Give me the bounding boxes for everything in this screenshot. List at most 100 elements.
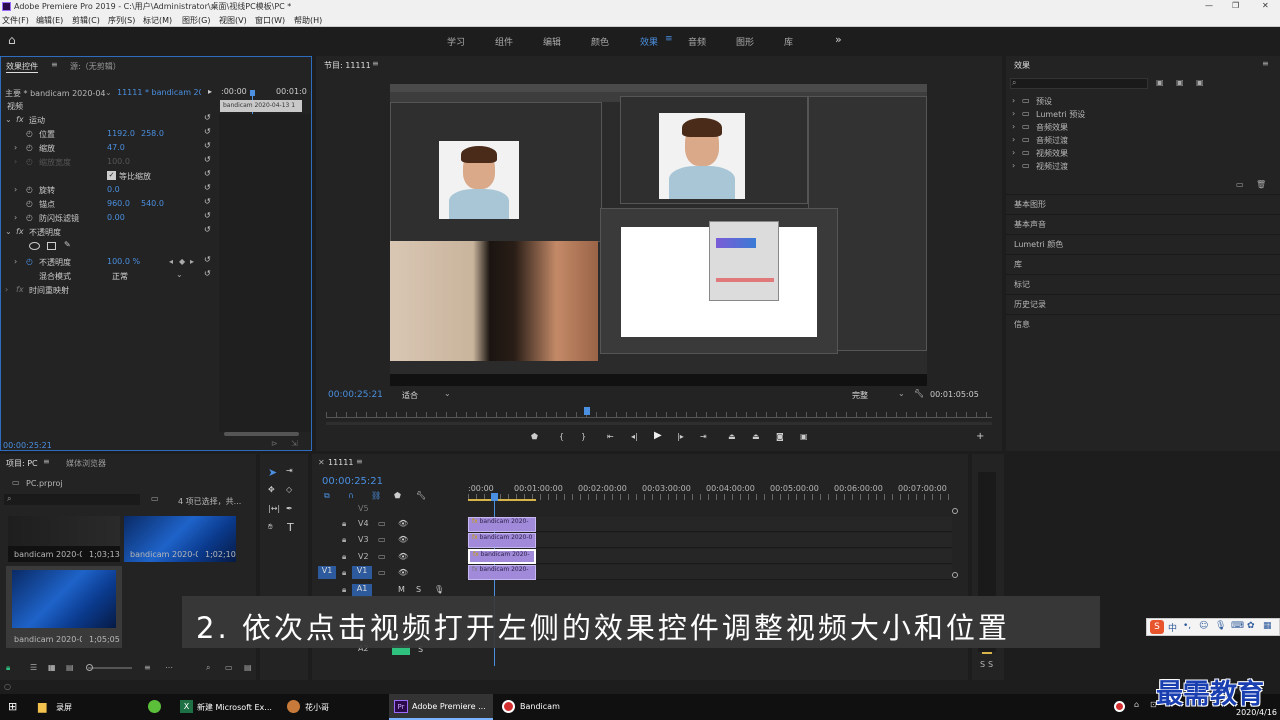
keyframe-prev-icon[interactable]: ◂ bbox=[169, 257, 173, 266]
section-basic-sound[interactable] bbox=[1006, 214, 1280, 234]
step-back-icon[interactable]: ◂| bbox=[631, 432, 638, 441]
expand-arrow-icon[interactable]: ⌄ bbox=[5, 115, 12, 124]
section-basic-graphics[interactable] bbox=[1006, 194, 1280, 214]
lock-icon[interactable]: 🔒︎ bbox=[342, 585, 346, 595]
workspace-tab-audio[interactable]: 音频 bbox=[688, 35, 706, 48]
chevron-down-icon[interactable]: ⌄ bbox=[444, 389, 451, 398]
lock-icon[interactable]: 🔒︎ bbox=[6, 663, 10, 673]
timeline-clip[interactable]: fx bandicam 2020-0 bbox=[468, 533, 536, 548]
mark-in-icon[interactable]: { bbox=[559, 432, 564, 441]
track-lane[interactable] bbox=[466, 549, 952, 564]
panel-menu-icon[interactable]: ≡ bbox=[372, 59, 379, 68]
time-remap-label[interactable]: 时间重映射 bbox=[29, 285, 69, 296]
menu-window[interactable]: 窗口(W) bbox=[255, 15, 285, 26]
opacity-section-label[interactable]: 不透明度 bbox=[29, 227, 61, 238]
effects-panel-title[interactable]: 效果 bbox=[1014, 60, 1030, 71]
track-select-tool-icon[interactable]: ⇥ bbox=[286, 466, 293, 475]
chevron-down-icon[interactable]: ⌄ bbox=[176, 270, 183, 279]
add-marker-icon[interactable]: ⬟ bbox=[531, 432, 538, 441]
menu-clip[interactable]: 剪辑(C) bbox=[72, 15, 100, 26]
effects-tree-item[interactable]: 音频过渡 bbox=[1036, 135, 1068, 146]
stopwatch-icon[interactable]: ◴ bbox=[26, 257, 33, 266]
workspace-tab-effects[interactable]: 效果 bbox=[640, 35, 658, 48]
meter-solo-label[interactable]: S bbox=[980, 660, 985, 669]
workspace-tab-assembly[interactable]: 组件 bbox=[495, 35, 513, 48]
dropdown-icon[interactable]: ⌄ bbox=[105, 88, 112, 97]
play-icon[interactable]: ▸ bbox=[208, 87, 212, 96]
expand-arrow-icon[interactable]: › bbox=[14, 213, 17, 222]
razor-tool-icon[interactable]: ◇ bbox=[286, 485, 292, 494]
taskbar-item-bandicam[interactable]: Bandicam bbox=[520, 702, 560, 711]
sync-lock-icon[interactable]: ▭ bbox=[378, 552, 386, 561]
menu-file[interactable]: 文件(F) bbox=[2, 15, 29, 26]
hand-tool-icon[interactable]: ✋︎ bbox=[268, 522, 273, 532]
position-y-value[interactable]: 258.0 bbox=[141, 129, 164, 138]
anchor-x-value[interactable]: 960.0 bbox=[107, 199, 130, 208]
monitor-time-ruler[interactable] bbox=[326, 412, 992, 418]
section-libraries[interactable] bbox=[1006, 254, 1280, 274]
monitor-playhead[interactable] bbox=[584, 407, 590, 415]
panel-menu-icon[interactable]: ≡ bbox=[43, 457, 50, 466]
export-frame-icon[interactable]: ◙ bbox=[776, 432, 784, 441]
keyframe-next-icon[interactable]: ▸ bbox=[190, 257, 194, 266]
tab-media-browser[interactable]: 媒体浏览器 bbox=[66, 458, 106, 469]
vertical-scrollbar-handle[interactable] bbox=[952, 508, 958, 514]
selection-tool-icon[interactable]: ➤ bbox=[268, 466, 277, 479]
go-to-out-icon[interactable]: ⇥ bbox=[700, 432, 707, 441]
lift-icon[interactable]: ⏏ bbox=[728, 432, 736, 441]
mic-icon[interactable]: 🎙︎ bbox=[434, 585, 444, 594]
menu-edit[interactable]: 编辑(E) bbox=[36, 15, 63, 26]
filter-icon[interactable]: ⊳ bbox=[271, 439, 278, 448]
eye-icon[interactable]: 👁︎ bbox=[398, 568, 408, 577]
master-clip-label[interactable]: 主要 * bandicam 2020-04... bbox=[5, 88, 105, 99]
monitor-scrollbar[interactable] bbox=[326, 422, 992, 425]
mark-out-icon[interactable]: } bbox=[581, 432, 586, 441]
reset-icon[interactable]: ↺ bbox=[204, 183, 211, 192]
pen-mask-icon[interactable]: ✎ bbox=[64, 240, 71, 249]
add-marker-icon[interactable]: ⬟ bbox=[394, 491, 401, 500]
program-timecode[interactable]: 00:00:25:21 bbox=[328, 390, 383, 400]
reset-icon[interactable]: ↺ bbox=[204, 197, 211, 206]
ripple-edit-tool-icon[interactable]: ✥ bbox=[268, 485, 275, 494]
expand-arrow-icon[interactable]: ⌄ bbox=[5, 227, 12, 236]
nest-icon[interactable]: ⧉ bbox=[324, 491, 330, 501]
stopwatch-icon[interactable]: ◴ bbox=[26, 199, 33, 208]
new-item-icon[interactable]: ▤ bbox=[244, 663, 252, 672]
position-x-value[interactable]: 1192.0 bbox=[107, 129, 135, 138]
zoom-slider-handle[interactable] bbox=[86, 664, 93, 671]
track-lane[interactable] bbox=[466, 517, 952, 532]
lock-icon[interactable]: 🔒︎ bbox=[342, 552, 346, 562]
panel-menu-icon[interactable]: ≡ bbox=[51, 60, 58, 69]
anchor-y-value[interactable]: 540.0 bbox=[141, 199, 164, 208]
emoji-icon[interactable]: ☺ bbox=[1199, 621, 1208, 631]
tab-effect-controls[interactable]: 效果控件 bbox=[6, 61, 38, 73]
delete-icon[interactable]: 🗑︎ bbox=[1256, 180, 1266, 189]
vertical-scrollbar-handle[interactable] bbox=[952, 572, 958, 578]
track-label-v4[interactable]: V4 bbox=[358, 519, 369, 528]
reset-icon[interactable]: ↺ bbox=[204, 225, 211, 234]
quality-select[interactable]: 完整 bbox=[852, 390, 868, 401]
maximize-button[interactable]: ❐ bbox=[1232, 1, 1239, 10]
track-lane[interactable] bbox=[466, 533, 952, 548]
menu-marker[interactable]: 标记(M) bbox=[143, 15, 172, 26]
source-patch-v1[interactable]: V1 bbox=[318, 566, 336, 579]
reset-icon[interactable]: ↺ bbox=[204, 113, 211, 122]
32bit-effects-icon[interactable]: ▣ bbox=[1176, 78, 1184, 87]
tab-source[interactable]: 源:（无剪辑） bbox=[70, 61, 121, 72]
lock-icon[interactable]: 🔒︎ bbox=[342, 535, 346, 545]
workspace-tab-learn[interactable]: 学习 bbox=[447, 35, 465, 48]
motion-label[interactable]: 运动 bbox=[29, 115, 45, 126]
rotation-value[interactable]: 0.0 bbox=[107, 185, 120, 194]
type-tool-icon[interactable]: T bbox=[287, 521, 294, 534]
extract-icon[interactable]: ⏏ bbox=[752, 432, 760, 441]
panel-menu-icon[interactable]: ≡ bbox=[356, 457, 363, 466]
uniform-scale-checkbox[interactable]: ✓ bbox=[107, 171, 116, 180]
sync-lock-icon[interactable]: ▭ bbox=[378, 568, 386, 577]
workspace-tab-graphics[interactable]: 图形 bbox=[736, 35, 754, 48]
taskbar-item-excel[interactable]: 新建 Microsoft Ex... bbox=[197, 702, 275, 713]
close-button[interactable]: ✕ bbox=[1262, 1, 1269, 10]
tray-icon[interactable]: ⌂ bbox=[1134, 700, 1139, 709]
skin-icon[interactable]: ✿ bbox=[1247, 621, 1255, 631]
effects-tree-item[interactable]: 视频过渡 bbox=[1036, 161, 1068, 172]
track-label-v1[interactable]: V1 bbox=[352, 566, 372, 579]
